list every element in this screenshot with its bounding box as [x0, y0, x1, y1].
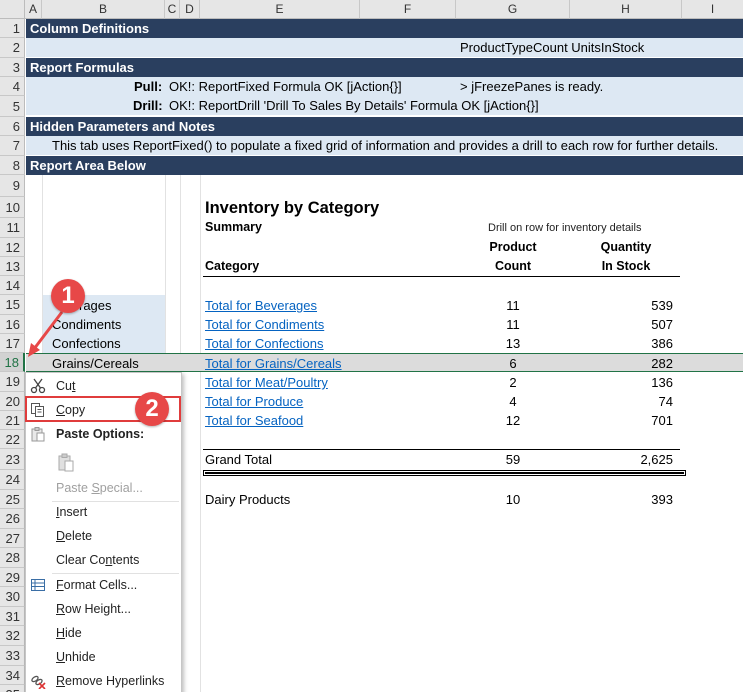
callout-badge-2: 2: [135, 392, 169, 426]
spreadsheet[interactable]: A B C D E F G H I 1 2 3 4 5 6 7 8 9 10 11 12 13 14 15 1…: [0, 0, 743, 692]
callout-arrow: [28, 311, 64, 357]
callout-badge-1: 1: [51, 279, 85, 313]
